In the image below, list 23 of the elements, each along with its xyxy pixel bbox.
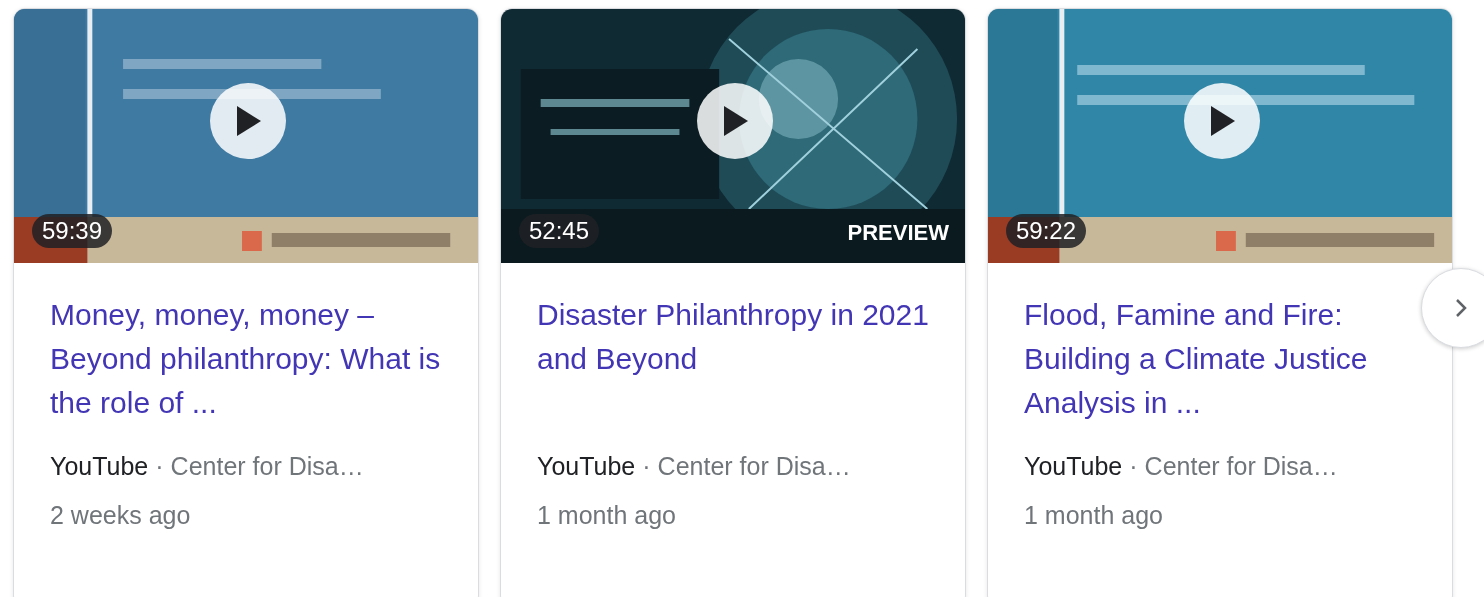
duration-badge: 52:45	[519, 214, 600, 248]
duration-badge: 59:39	[32, 214, 113, 248]
channel-name: Center for Disa…	[657, 451, 851, 481]
upload-age: 1 month ago	[537, 500, 677, 530]
play-icon	[235, 106, 261, 136]
source-name: YouTube	[1024, 451, 1123, 481]
chevron-right-icon	[1455, 298, 1467, 318]
separator-dot: ·	[155, 451, 164, 481]
video-title[interactable]: Money, money, money – Beyond philanthropy: What is the role of ...	[50, 293, 450, 425]
channel-name: Center for Disa…	[1144, 451, 1338, 481]
play-icon	[722, 106, 748, 136]
duration-badge: 59:22	[1006, 214, 1087, 248]
upload-age: 2 weeks ago	[50, 500, 192, 530]
channel-name: Center for Disa…	[170, 451, 364, 481]
source-name: YouTube	[50, 451, 149, 481]
preview-label: PREVIEW	[847, 219, 949, 247]
play-icon	[1209, 106, 1235, 136]
source-name: YouTube	[537, 451, 636, 481]
upload-age: 1 month ago	[1024, 500, 1164, 530]
separator-dot: ·	[642, 451, 651, 481]
separator-dot: ·	[1129, 451, 1138, 481]
video-title[interactable]: Flood, Famine and Fire: Building a Climate Justice Analysis in ...	[1024, 293, 1424, 425]
video-title[interactable]: Disaster Philanthropy in 2021 and Beyond	[537, 293, 937, 425]
